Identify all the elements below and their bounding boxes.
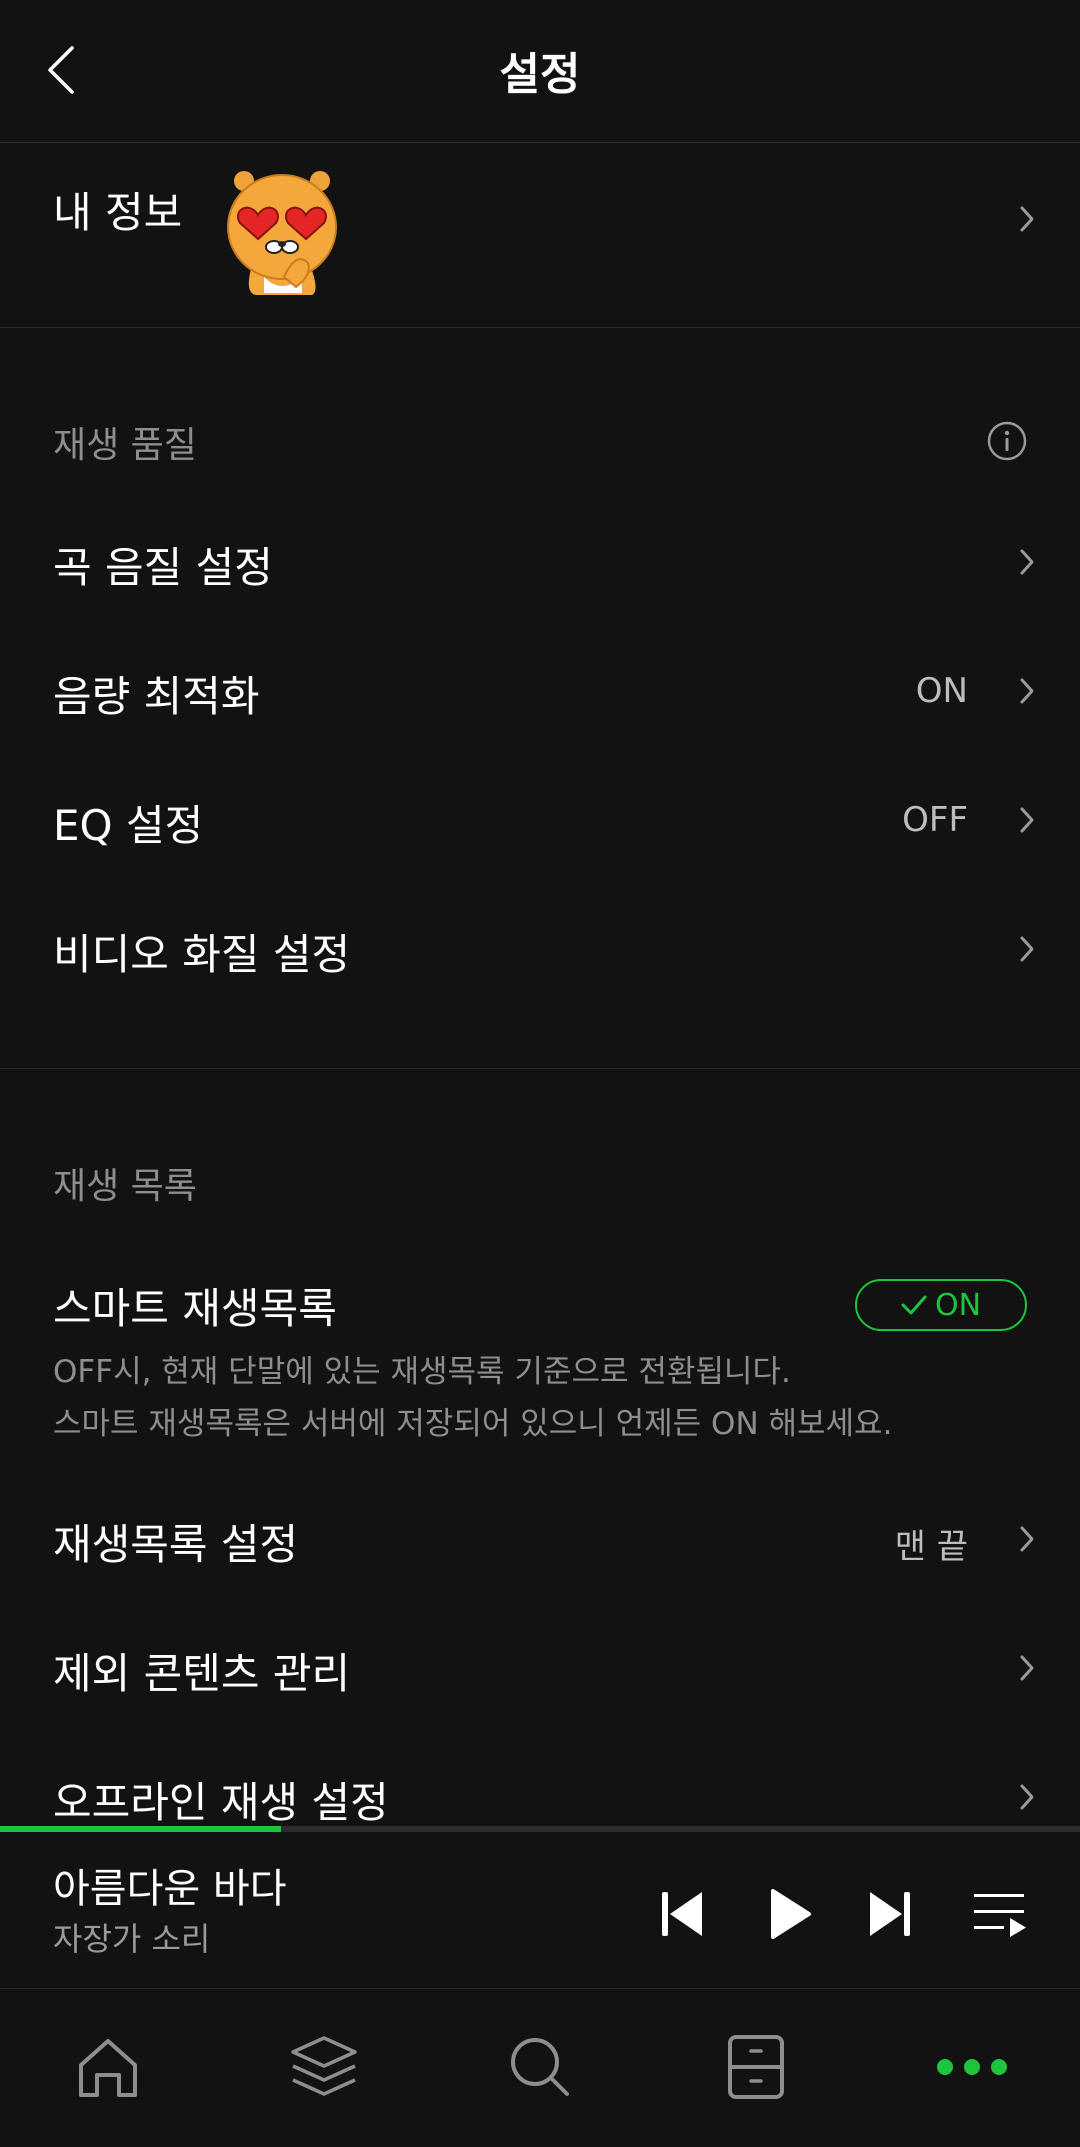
excluded-content-row[interactable]: 제외 콘텐츠 관리 [0,1618,1080,1718]
play-button[interactable] [760,1884,820,1944]
row-label: 음량 최적화 [53,672,260,721]
profile-label: 내 정보 [53,188,183,237]
queue-icon [974,1894,1026,1937]
home-icon [79,2039,137,2097]
page-title: 설정 [499,49,581,100]
row-label: 제외 콘텐츠 관리 [53,1649,351,1698]
toggle-label: ON [934,1287,982,1323]
nav-more[interactable] [932,2027,1012,2107]
chevron-right-icon [1014,199,1040,239]
storage-icon [728,2035,784,2099]
smart-playlist-label: 스마트 재생목록 [53,1284,337,1333]
smart-playlist-desc-line2: 스마트 재생목록은 서버에 저장되어 있으니 언제든 ON 해보세요. [53,1406,893,1442]
search-icon [511,2038,569,2096]
row-label: 곡 음질 설정 [53,543,273,592]
mini-player[interactable]: 아름다운 바다 자장가 소리 [0,1832,1080,1989]
nav-storage[interactable] [716,2027,796,2107]
song-title: 아름다운 바다 [53,1866,287,1912]
row-label: 오프라인 재생 설정 [53,1778,389,1827]
row-label: 재생목록 설정 [53,1520,299,1569]
row-label: EQ 설정 [53,801,204,850]
chevron-right-icon [1014,542,1040,582]
chevron-right-icon [1014,800,1040,840]
header: 설정 [0,0,1080,143]
song-artist: 자장가 소리 [53,1920,211,1958]
chevron-right-icon [1014,1777,1040,1817]
nav-library[interactable] [284,2027,364,2107]
bottom-nav [0,1989,1080,2147]
nav-home[interactable] [68,2027,148,2107]
profile-row[interactable]: 내 정보 [0,143,1080,328]
next-button[interactable] [860,1884,920,1944]
row-label: 비디오 화질 설정 [53,930,351,979]
play-icon [771,1889,811,1939]
eq-settings-row[interactable]: EQ 설정 OFF [0,770,1080,870]
check-icon [901,1295,927,1315]
chevron-right-icon [1014,1519,1040,1559]
nav-search[interactable] [500,2027,580,2107]
ryan-heart-eyes-emoticon [227,171,337,295]
chevron-right-icon [1014,929,1040,969]
video-quality-row[interactable]: 비디오 화질 설정 [0,899,1080,999]
info-icon[interactable] [986,420,1028,462]
layers-icon [291,2036,357,2096]
playlist-settings-row[interactable]: 재생목록 설정 맨 끝 [0,1489,1080,1589]
smart-playlist-desc-line1: OFF시, 현재 단말에 있는 재생목록 기준으로 전환됩니다. [53,1354,791,1390]
playlist-button[interactable] [970,1884,1030,1944]
section-divider [0,1068,1080,1069]
row-value: 맨 끝 [894,1527,968,1567]
section-title-playback-quality: 재생 품질 [53,425,197,466]
more-icon [937,2059,1007,2075]
row-value: OFF [902,800,968,840]
skip-previous-icon [662,1892,702,1936]
chevron-right-icon [1014,671,1040,711]
section-title-playlist: 재생 목록 [53,1166,197,1207]
smart-playlist-toggle[interactable]: ON [855,1279,1027,1331]
chevron-right-icon [1014,1648,1040,1688]
volume-optimization-row[interactable]: 음량 최적화 ON [0,641,1080,741]
row-value: ON [915,671,968,711]
skip-next-icon [870,1892,910,1936]
previous-button[interactable] [652,1884,712,1944]
song-quality-row[interactable]: 곡 음질 설정 [0,512,1080,612]
